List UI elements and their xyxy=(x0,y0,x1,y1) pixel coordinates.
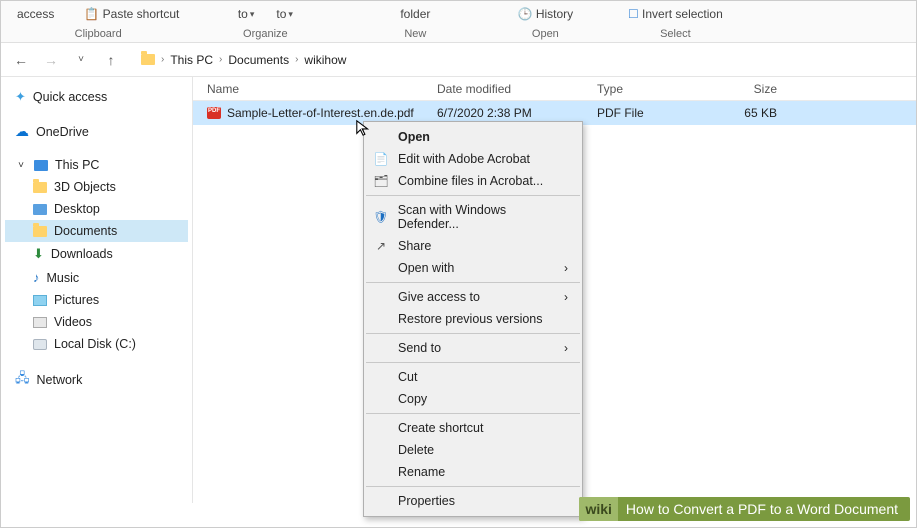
crumb-root[interactable]: This PC xyxy=(170,53,213,67)
sidebar-videos[interactable]: Videos xyxy=(5,311,188,333)
picture-icon xyxy=(33,295,47,306)
context-menu: Open 📄Edit with Adobe Acrobat 🗂Combine f… xyxy=(363,121,583,517)
ctx-open-with[interactable]: Open with› xyxy=(364,257,582,279)
submenu-arrow-icon: › xyxy=(564,290,568,304)
sidebar-network[interactable]: 🖧Network xyxy=(5,365,188,395)
col-type[interactable]: Type xyxy=(597,82,697,96)
ctx-create-shortcut[interactable]: Create shortcut xyxy=(364,417,582,439)
ctx-send-to[interactable]: Send to› xyxy=(364,337,582,359)
folder-icon xyxy=(33,226,47,237)
nav-recent[interactable]: ˅ xyxy=(69,48,93,72)
wiki-badge: wiki xyxy=(579,497,617,521)
desktop-icon xyxy=(33,204,47,215)
crumb-documents[interactable]: Documents xyxy=(228,53,289,67)
new-folder[interactable]: folder xyxy=(400,7,430,21)
ctx-rename[interactable]: Rename xyxy=(364,461,582,483)
copy-to[interactable]: to▾ xyxy=(276,7,293,21)
sidebar-music[interactable]: ♪Music xyxy=(5,266,188,289)
sidebar-documents[interactable]: Documents xyxy=(5,220,188,242)
cloud-icon: ☁ xyxy=(15,123,29,140)
chevron-icon[interactable]: › xyxy=(219,54,222,65)
ctx-scan-defender[interactable]: 🛡Scan with Windows Defender... xyxy=(364,199,582,235)
invert-selection[interactable]: ☐ Invert selection xyxy=(628,7,723,21)
submenu-arrow-icon: › xyxy=(564,341,568,355)
nav-forward[interactable]: → xyxy=(39,48,63,72)
music-icon: ♪ xyxy=(33,270,40,285)
ctx-delete[interactable]: Delete xyxy=(364,439,582,461)
sidebar-3d-objects[interactable]: 3D Objects xyxy=(5,176,188,198)
sidebar-local-disk[interactable]: Local Disk (C:) xyxy=(5,333,188,355)
paste-shortcut[interactable]: 📋 Paste shortcut xyxy=(84,7,179,21)
video-icon xyxy=(33,317,47,328)
network-icon: 🖧 xyxy=(15,369,30,391)
ribbon-group-select: ☐ Invert selection Select xyxy=(605,2,745,40)
group-label-select: Select xyxy=(660,28,691,40)
ctx-share[interactable]: ↗Share xyxy=(364,235,582,257)
ribbon-group-clipboard: access 📋 Paste shortcut Clipboard xyxy=(11,2,185,40)
col-name[interactable]: Name xyxy=(207,82,437,96)
sidebar-quick-access[interactable]: ✦Quick access xyxy=(5,85,188,109)
ctx-open[interactable]: Open xyxy=(364,126,582,148)
file-type: PDF File xyxy=(597,106,697,120)
crumb-wikihow[interactable]: wikihow xyxy=(304,53,346,67)
group-label-new: New xyxy=(404,28,426,40)
sidebar: ✦Quick access ☁OneDrive ˅This PC 3D Obje… xyxy=(1,77,193,503)
move-to[interactable]: to▾ xyxy=(238,7,255,21)
ctx-restore-versions[interactable]: Restore previous versions xyxy=(364,308,582,330)
ribbon: access 📋 Paste shortcut Clipboard to▾ to… xyxy=(1,1,916,43)
col-size[interactable]: Size xyxy=(697,82,777,96)
folder-icon xyxy=(141,54,155,65)
ribbon-group-new: folder New xyxy=(345,2,485,40)
file-name: Sample-Letter-of-Interest.en.de.pdf xyxy=(227,106,414,120)
ctx-combine-acrobat[interactable]: 🗂Combine files in Acrobat... xyxy=(364,170,582,192)
acrobat-icon: 🗂 xyxy=(372,174,390,188)
sidebar-pictures[interactable]: Pictures xyxy=(5,289,188,311)
col-date[interactable]: Date modified xyxy=(437,82,597,96)
caption-text: How to Convert a PDF to a Word Document xyxy=(626,501,898,517)
ctx-properties[interactable]: Properties xyxy=(364,490,582,512)
star-icon: ✦ xyxy=(15,89,26,105)
folder-icon xyxy=(33,182,47,193)
caption-banner: wiki How to Convert a PDF to a Word Docu… xyxy=(579,497,910,521)
disk-icon xyxy=(33,339,47,350)
ctx-give-access[interactable]: Give access to› xyxy=(364,286,582,308)
acrobat-icon: 📄 xyxy=(372,152,390,166)
chevron-icon[interactable]: › xyxy=(295,54,298,65)
download-icon: ⬇ xyxy=(33,246,44,262)
ctx-edit-acrobat[interactable]: 📄Edit with Adobe Acrobat xyxy=(364,148,582,170)
pin-access[interactable]: access xyxy=(17,7,54,21)
group-label-organize: Organize xyxy=(243,28,288,40)
address-bar: ← → ˅ ↑ › This PC › Documents › wikihow xyxy=(1,43,916,77)
submenu-arrow-icon: › xyxy=(564,261,568,275)
sidebar-downloads[interactable]: ⬇Downloads xyxy=(5,242,188,266)
file-date: 6/7/2020 2:38 PM xyxy=(437,106,597,120)
nav-back[interactable]: ← xyxy=(9,48,33,72)
ribbon-group-open: 🕒 History Open xyxy=(485,2,605,40)
sidebar-desktop[interactable]: Desktop xyxy=(5,198,188,220)
ribbon-group-organize: to▾ to▾ Organize xyxy=(185,2,345,40)
pc-icon xyxy=(34,160,48,171)
history-btn[interactable]: 🕒 History xyxy=(518,7,574,21)
chevron-icon[interactable]: › xyxy=(161,54,164,65)
expand-icon[interactable]: ˅ xyxy=(15,160,27,171)
column-headers[interactable]: Name Date modified Type Size xyxy=(193,77,916,101)
ctx-copy[interactable]: Copy xyxy=(364,388,582,410)
sidebar-onedrive[interactable]: ☁OneDrive xyxy=(5,119,188,144)
shield-icon: 🛡 xyxy=(372,210,390,224)
group-label-clipboard: Clipboard xyxy=(75,28,122,40)
ctx-cut[interactable]: Cut xyxy=(364,366,582,388)
nav-up[interactable]: ↑ xyxy=(99,48,123,72)
file-size: 65 KB xyxy=(697,106,777,120)
share-icon: ↗ xyxy=(372,239,390,253)
pdf-icon xyxy=(207,107,221,119)
group-label-open: Open xyxy=(532,28,559,40)
sidebar-this-pc[interactable]: ˅This PC xyxy=(5,154,188,176)
